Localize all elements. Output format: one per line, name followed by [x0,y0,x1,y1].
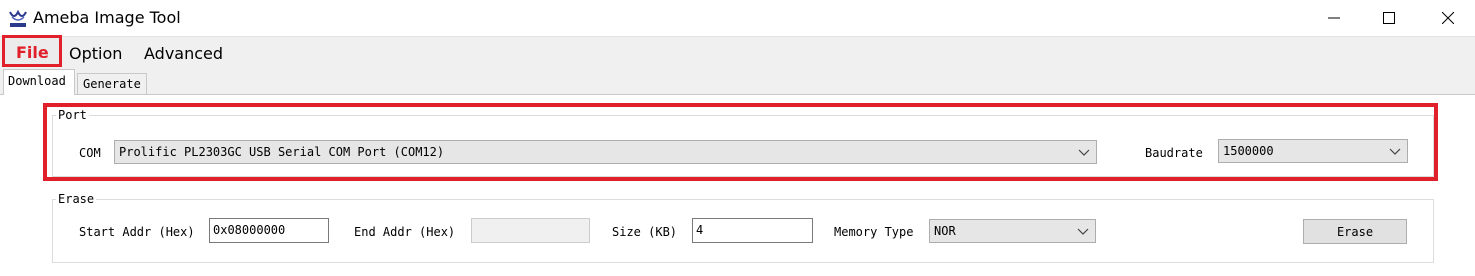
memory-type-value: NOR [934,224,956,238]
minimize-icon [1328,17,1340,19]
menu-advanced[interactable]: Advanced [144,44,223,63]
end-addr-input[interactable] [471,218,590,243]
menu-file[interactable]: File [16,43,49,62]
close-icon [1442,12,1454,24]
end-addr-label: End Addr (Hex) [354,225,456,239]
ameba-logo-icon [9,9,27,27]
close-button[interactable] [1425,0,1471,36]
start-addr-input[interactable]: 0x08000000 [209,218,329,243]
window-title: Ameba Image Tool [33,8,181,27]
size-label: Size (KB) [612,225,678,239]
memory-type-select[interactable]: NOR [929,219,1096,243]
menu-option[interactable]: Option [69,44,122,63]
memory-type-label: Memory Type [834,225,914,239]
tab-generate[interactable]: Generate [77,73,147,94]
tab-download[interactable]: Download [3,69,75,95]
size-input[interactable]: 4 [692,218,813,243]
port-highlight-box [43,103,1438,181]
maximize-icon [1383,12,1395,24]
start-addr-label: Start Addr (Hex) [79,225,195,239]
erase-group-legend: Erase [56,192,97,206]
erase-button[interactable]: Erase [1303,219,1407,244]
minimize-button[interactable] [1311,0,1357,36]
chevron-down-icon [1077,228,1089,235]
title-bar: Ameba Image Tool [0,0,1475,36]
maximize-button[interactable] [1366,0,1412,36]
